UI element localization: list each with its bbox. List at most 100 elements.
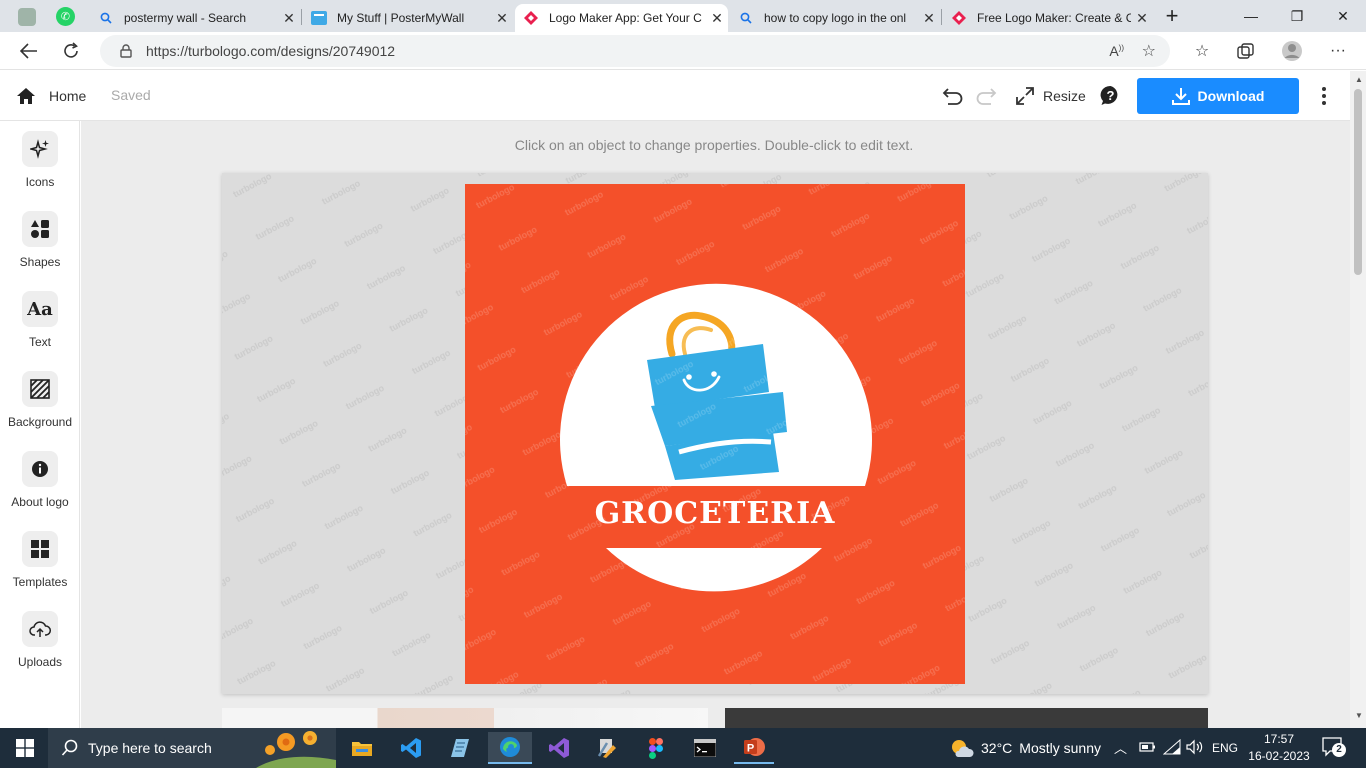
battery-icon[interactable]	[1139, 739, 1157, 760]
notepad-icon[interactable]	[440, 732, 480, 764]
tab-search-postermywall[interactable]: postermy wall - Search ✕	[90, 4, 300, 32]
browser-menu-icon[interactable]: ···	[1324, 37, 1352, 65]
resize-icon	[1016, 87, 1034, 105]
sidebar-label: Templates	[12, 575, 68, 589]
sidebar-item-icons[interactable]: Icons	[0, 121, 80, 201]
sidebar-label: About logo	[11, 495, 69, 509]
tab-free-logo-maker[interactable]: Free Logo Maker: Create & C ✕	[943, 4, 1153, 32]
search-icon	[98, 10, 114, 26]
scrollbar-thumb[interactable]	[1354, 89, 1362, 275]
sidebar-item-text[interactable]: Aa Text	[0, 281, 80, 361]
download-button[interactable]: Download	[1137, 78, 1299, 114]
sidebar-item-templates[interactable]: Templates	[0, 521, 80, 601]
close-tab-icon[interactable]: ✕	[706, 10, 728, 27]
templates-icon	[22, 531, 58, 567]
favorites-icon[interactable]: ☆	[1188, 37, 1216, 65]
more-options-icon[interactable]	[1314, 84, 1334, 108]
redo-button[interactable]	[973, 83, 999, 109]
turbologo-icon	[523, 10, 539, 26]
file-explorer-icon[interactable]	[342, 732, 382, 764]
clock-date: 16-02-2023	[1248, 749, 1310, 763]
logo-design[interactable]: GROCETERIA turbologo	[465, 184, 965, 684]
wifi-icon[interactable]	[1162, 738, 1181, 760]
sidebar-label: Icons	[25, 175, 55, 189]
home-button[interactable]: Home	[16, 85, 86, 107]
workspaces-icon[interactable]	[18, 8, 36, 26]
weather-widget[interactable]: 32°C Mostly sunny	[950, 728, 1101, 768]
notification-badge: 2	[1332, 743, 1346, 757]
lock-icon[interactable]	[120, 44, 132, 58]
search-icon	[738, 10, 754, 26]
tools-app-icon[interactable]	[588, 732, 628, 764]
close-tab-icon[interactable]: ✕	[278, 10, 300, 27]
weather-desc: Mostly sunny	[1019, 740, 1101, 756]
read-aloud-icon[interactable]: A))	[1109, 43, 1124, 59]
url-text[interactable]: https://turbologo.com/designs/20749012	[146, 43, 395, 59]
clock[interactable]: 17:57 16-02-2023	[1244, 731, 1314, 765]
collections-icon[interactable]	[1232, 37, 1260, 65]
help-button[interactable]: ?	[1100, 85, 1121, 106]
start-button[interactable]	[2, 732, 48, 764]
sparkle-icon	[22, 131, 58, 167]
save-status: Saved	[111, 87, 151, 103]
resize-label: Resize	[1043, 88, 1086, 104]
edge-taskbar-icon[interactable]	[488, 732, 532, 764]
undo-button[interactable]	[940, 83, 966, 109]
home-label: Home	[49, 88, 87, 104]
artboard[interactable]: turbologo	[222, 173, 1208, 694]
sidebar-item-uploads[interactable]: Uploads	[0, 601, 80, 681]
tab-postermywall[interactable]: My Stuff | PosterMyWall ✕	[303, 4, 513, 32]
template-preview-1[interactable]	[222, 708, 708, 728]
new-tab-button[interactable]: +	[1158, 3, 1186, 28]
browser-tab-bar: ✆ postermy wall - Search ✕ My Stuff | Po…	[0, 0, 1366, 32]
vscode-icon[interactable]	[391, 732, 431, 764]
powerpoint-icon[interactable]: P	[734, 732, 774, 764]
browser-toolbar: https://turbologo.com/designs/20749012 A…	[0, 32, 1366, 70]
undo-icon	[942, 88, 963, 105]
tab-search-copy-logo[interactable]: how to copy logo in the onl ✕	[730, 4, 940, 32]
svg-text:P: P	[747, 743, 754, 755]
add-favorite-icon[interactable]: ☆	[1142, 41, 1156, 61]
editor-sidebar: Icons Shapes Aa Text Background About lo…	[0, 121, 80, 728]
profile-avatar[interactable]	[1278, 37, 1306, 65]
sidebar-item-background[interactable]: Background	[0, 361, 80, 441]
sidebar-item-about-logo[interactable]: About logo	[0, 441, 80, 521]
page-scrollbar[interactable]: ▲ ▼	[1350, 71, 1366, 728]
close-tab-icon[interactable]: ✕	[491, 10, 513, 27]
back-button[interactable]	[14, 36, 44, 66]
minimize-button[interactable]: —	[1228, 0, 1274, 32]
clock-time: 17:57	[1263, 732, 1295, 746]
sidebar-label: Shapes	[19, 255, 61, 269]
close-tab-icon[interactable]: ✕	[1131, 10, 1153, 27]
address-bar[interactable]: https://turbologo.com/designs/20749012 A…	[100, 35, 1170, 67]
restore-button[interactable]: ❐	[1274, 0, 1320, 32]
background-pattern-icon	[22, 371, 58, 407]
canvas-hint: Click on an object to change properties.…	[514, 137, 914, 153]
text-icon: Aa	[22, 291, 58, 327]
editor-header: Home Saved Resize ? Download	[0, 71, 1350, 121]
notification-center-icon[interactable]: 2	[1322, 737, 1346, 759]
download-label: Download	[1197, 88, 1265, 104]
sidebar-item-shapes[interactable]: Shapes	[0, 201, 80, 281]
tab-title: My Stuff | PosterMyWall	[337, 11, 465, 25]
close-tab-icon[interactable]: ✕	[918, 10, 940, 27]
figma-icon[interactable]	[636, 732, 676, 764]
taskbar-search-box[interactable]: Type here to search	[48, 728, 336, 768]
taskbar-search-placeholder: Type here to search	[88, 740, 212, 756]
show-hidden-icons[interactable]: ︿	[1114, 738, 1127, 757]
terminal-icon[interactable]	[685, 732, 725, 764]
info-icon	[22, 451, 58, 487]
resize-button[interactable]: Resize	[1016, 84, 1086, 108]
redo-icon	[976, 88, 997, 105]
language-indicator[interactable]: ENG	[1212, 741, 1238, 755]
volume-icon[interactable]	[1186, 739, 1204, 760]
sidebar-label: Background	[7, 415, 73, 429]
sidebar-label: Uploads	[17, 655, 63, 669]
refresh-button[interactable]	[56, 36, 86, 66]
whatsapp-tab-icon[interactable]: ✆	[56, 7, 75, 26]
visual-studio-icon[interactable]	[539, 732, 579, 764]
download-icon	[1171, 88, 1190, 105]
template-preview-2[interactable]	[725, 708, 1208, 728]
tab-logo-maker-active[interactable]: Logo Maker App: Get Your C ✕	[515, 4, 728, 32]
close-window-button[interactable]: ✕	[1320, 0, 1366, 32]
